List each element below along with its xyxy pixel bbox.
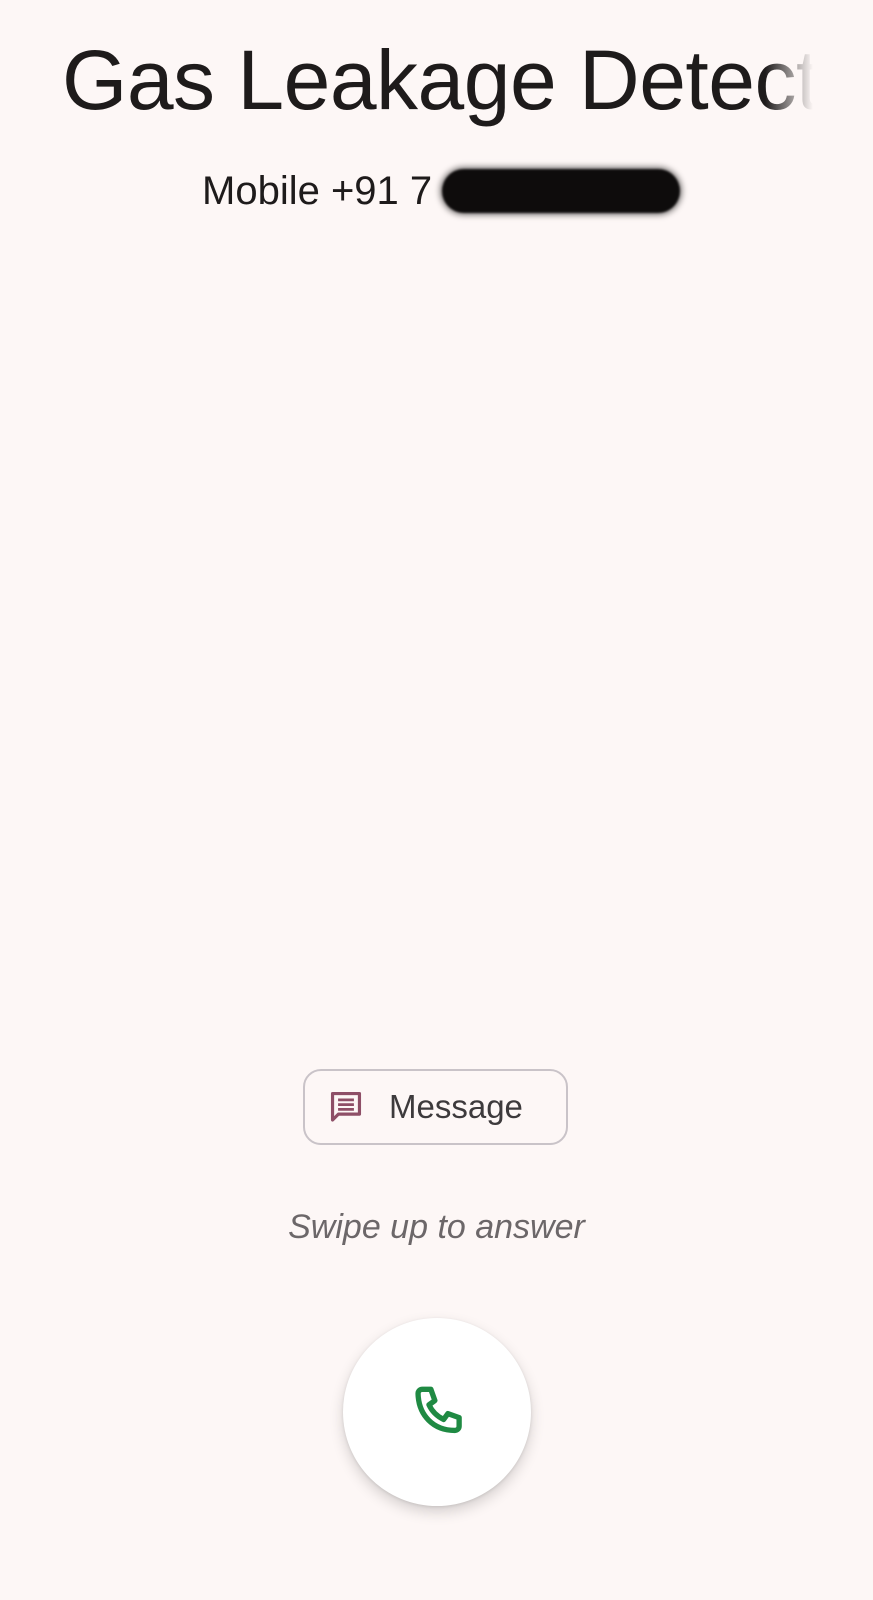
message-button[interactable]: Message [303,1069,568,1145]
redaction-mark [442,169,681,213]
answer-call-button[interactable] [343,1318,531,1506]
swipe-hint: Swipe up to answer [288,1208,585,1246]
caller-number: Mobile +91 7 [202,169,433,213]
caller-name: Gas Leakage Detecti [62,30,813,130]
phone-icon [405,1380,469,1444]
message-icon [327,1088,365,1126]
message-button-label: Message [389,1088,523,1125]
caller-number-row: Mobile +91 7 [202,165,681,217]
